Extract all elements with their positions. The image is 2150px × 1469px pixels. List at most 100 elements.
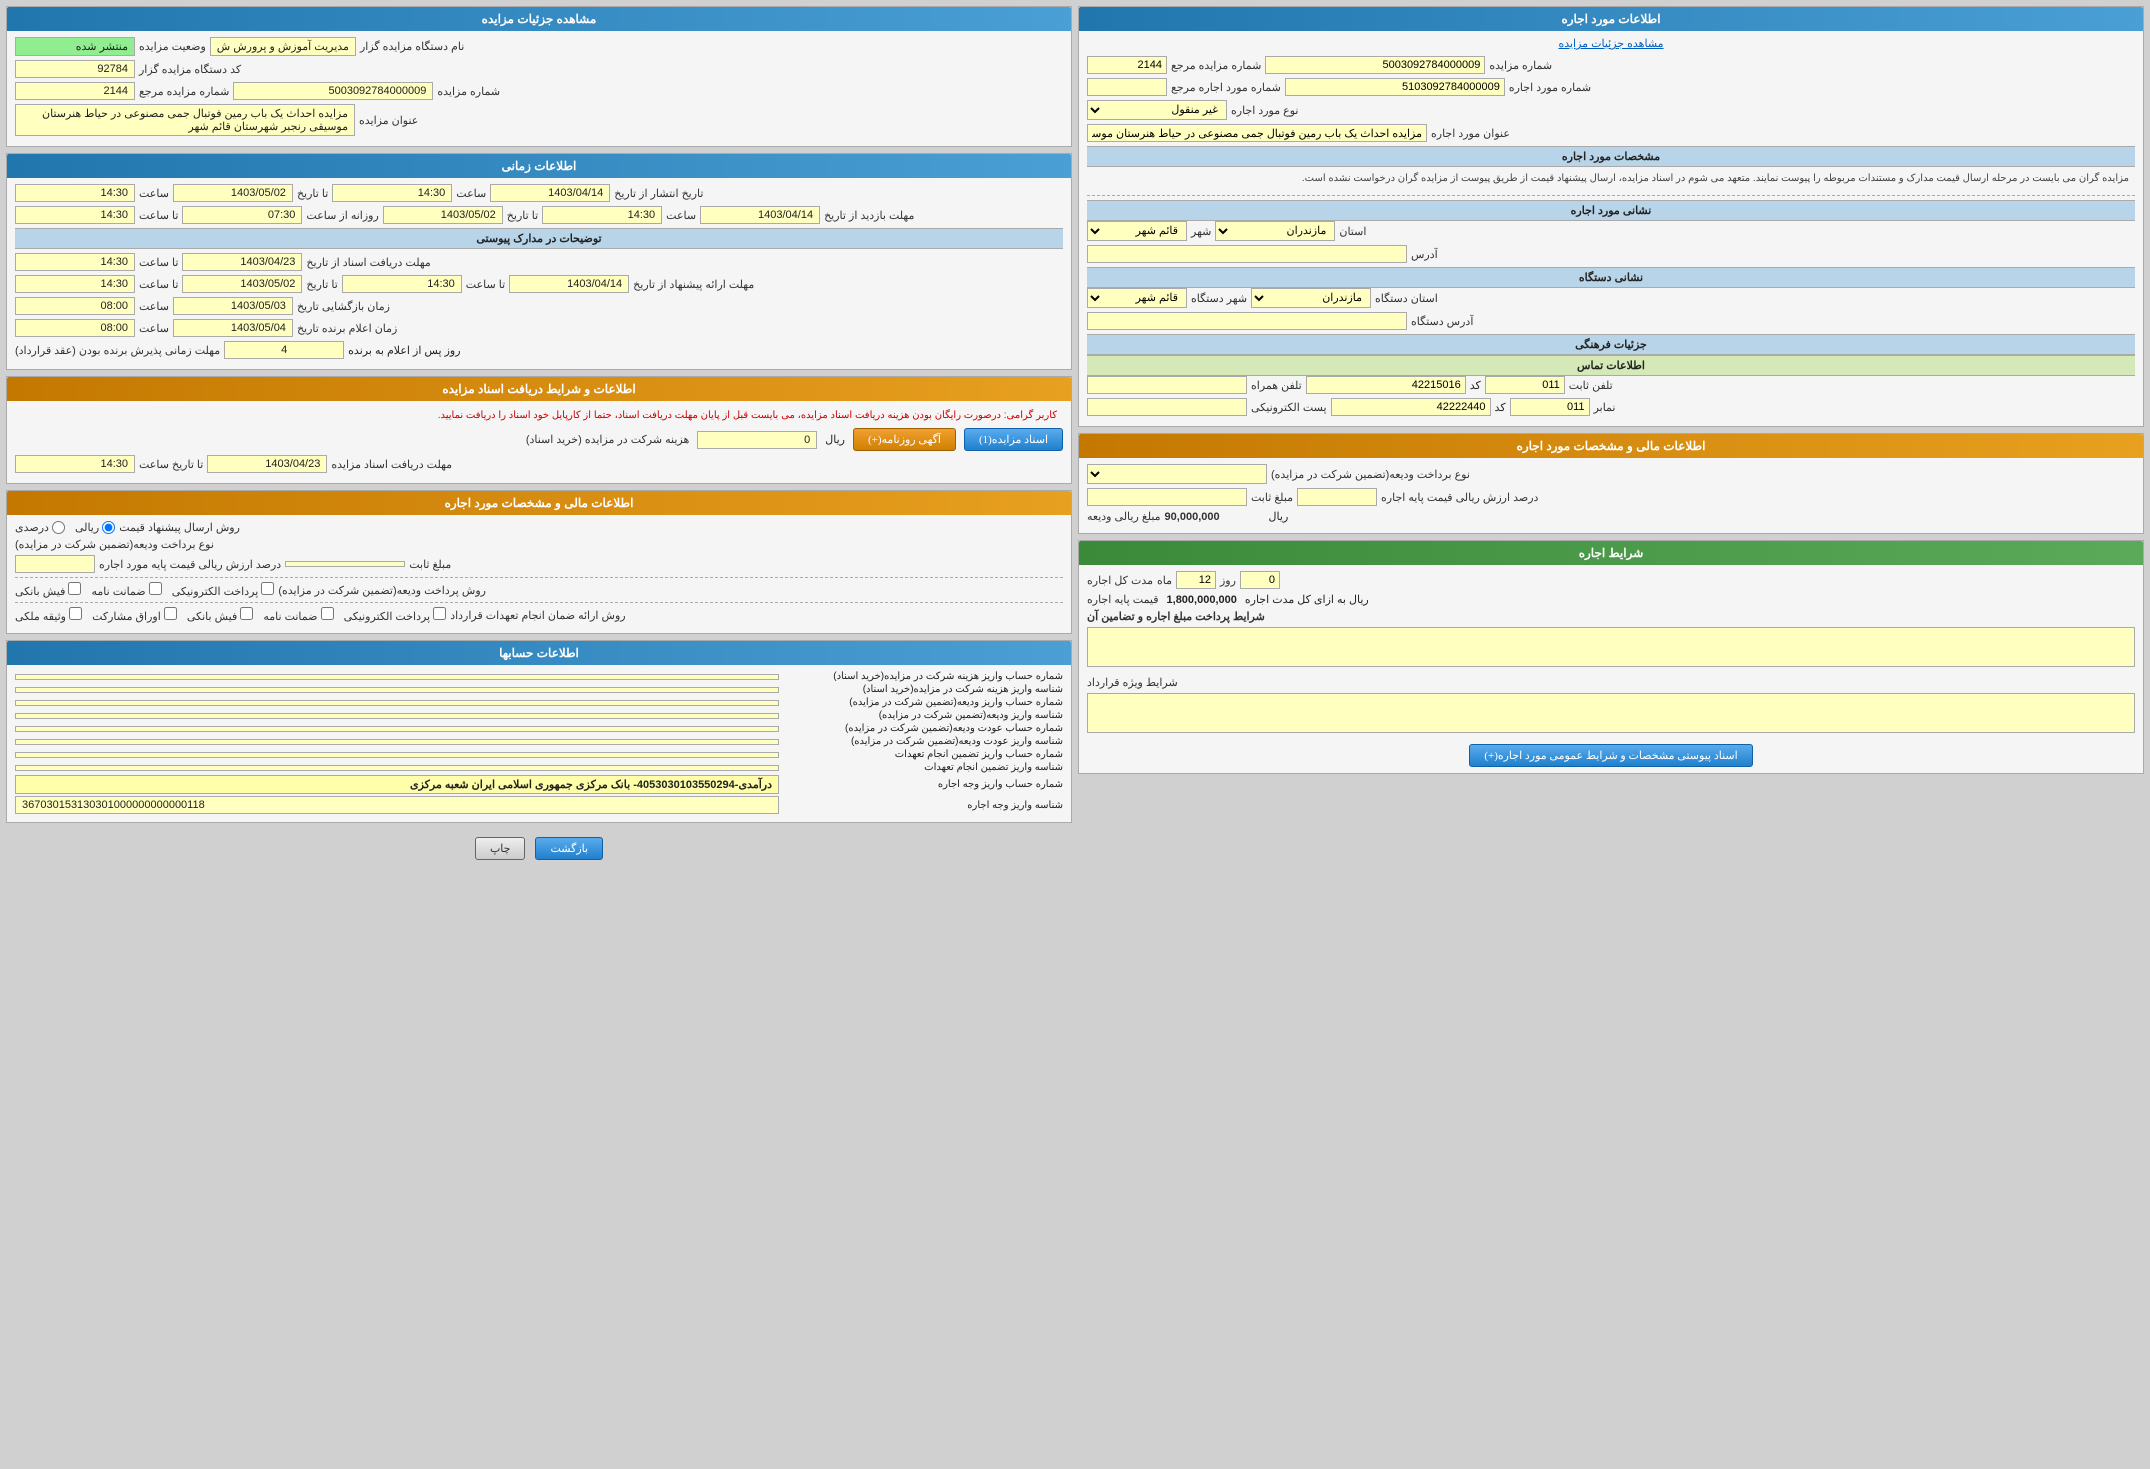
deposit-type-select[interactable]: [1087, 464, 1267, 484]
payment-conditions-textarea[interactable]: [1087, 627, 2135, 667]
contract-electronic-check[interactable]: [433, 607, 446, 620]
latest-btn[interactable]: آگهی روزنامه(+): [853, 428, 956, 451]
doc-deadline-time-label: تا تاریخ ساعت: [139, 458, 203, 471]
back-button[interactable]: بازگشت: [535, 837, 603, 860]
contract-partnership[interactable]: اوراق مشارکت: [92, 607, 177, 623]
submit-deadline-time-value: 14:30: [15, 253, 135, 271]
purchase-fee-label: هزینه شرکت در مزایده (خرید اسناد): [526, 433, 689, 446]
rent-title-input[interactable]: [1087, 124, 1427, 142]
contract-partnership-check[interactable]: [164, 607, 177, 620]
pay-electronic[interactable]: پرداخت الکترونیکی: [172, 582, 275, 598]
special-conditions-label: شرایط ویژه قرارداد: [1087, 676, 1178, 689]
attach-button[interactable]: اسناد پیوستی مشخصات و شرایط عمومی مورد ا…: [1469, 744, 1752, 767]
account-label: شماره حساب واریز تضمین انجام تعهدات: [783, 749, 1063, 760]
reference-number-label: شماره مزایده مرجع: [1171, 59, 1261, 72]
reference-number-input[interactable]: [1087, 56, 1167, 74]
send-price-rial-radio[interactable]: [102, 521, 115, 534]
rent-ref-number-label: شماره مورد اجاره مرجع: [1171, 81, 1281, 94]
base-price-rent-label: درصد ارزش ریالی قیمت پایه مورد اجاره: [99, 558, 281, 571]
send-price-rials[interactable]: ریالی: [75, 521, 115, 534]
account-label: شماره حساب عودت ودیعه(تضمین شرکت در مزای…: [783, 723, 1063, 734]
offer-deadline-date-value: 1403/04/14: [509, 275, 629, 293]
contract-guarantee-check[interactable]: [321, 607, 334, 620]
account-value: [15, 765, 779, 771]
fax-code-label: کد: [1495, 401, 1506, 414]
revise-to-date-label: تا تاریخ: [507, 209, 538, 222]
send-price-percent-radio[interactable]: [52, 521, 65, 534]
device-state-label: استان دستگاه: [1375, 292, 1438, 305]
pay-guarantee[interactable]: ضمانت نامه: [91, 582, 161, 598]
submit-deadline-date-label: مهلت دریافت اسناد از تاریخ: [306, 256, 430, 269]
publish-time-label: ساعت: [456, 187, 486, 200]
mobile-input[interactable]: [1087, 376, 1247, 394]
payment-method-label: روش پرداخت ودیعه(تضمین شرکت در مزایده): [278, 584, 486, 597]
address-input[interactable]: [1087, 245, 1407, 263]
device-address-input[interactable]: [1087, 312, 1407, 330]
offer-deadline-time-label: تا ساعت: [466, 278, 505, 291]
device-state-select[interactable]: مازندران: [1251, 288, 1371, 308]
pay-fiche-check[interactable]: [68, 582, 81, 595]
financial-header: اطلاعات مالی و مشخصات مورد اجاره: [1079, 434, 2143, 458]
rent-type-select[interactable]: غیر منقول: [1087, 100, 1227, 120]
auction-title-label: عنوان مزایده: [359, 114, 418, 127]
auction-number-input[interactable]: [1265, 56, 1485, 74]
offer-deadline-to-date-value: 1403/05/02: [182, 275, 302, 293]
auction-details-header: مشاهده جزئیات مزایده: [7, 7, 1071, 31]
fixed-amount-input[interactable]: [1087, 488, 1247, 506]
financial-rent-header: اطلاعات مالی و مشخصات مورد اجاره: [7, 491, 1071, 515]
contract-fiche-check[interactable]: [240, 607, 253, 620]
note-red: کاربر گرامی: درصورت رایگان بودن هزینه در…: [15, 407, 1063, 424]
state-select[interactable]: مازندران: [1215, 221, 1335, 241]
auction-doc-btn[interactable]: اسناد مزایده(1): [964, 428, 1063, 451]
send-price-percent[interactable]: درصدی: [15, 521, 65, 534]
doc-deadline-date-label: مهلت دریافت اسناد مزایده: [331, 458, 452, 471]
show-details-link[interactable]: مشاهده جزئیات مزایده: [1558, 38, 1663, 50]
org-name-value: مدیریت آموزش و پرورش ش: [210, 37, 356, 56]
contact-header: جزئیات فرهنگی: [1087, 334, 2135, 355]
status-value: منتشر شده: [15, 37, 135, 56]
left-main-header: اطلاعات مورد اجاره: [1079, 7, 2143, 31]
address-label: آدرس: [1411, 248, 1438, 261]
state-label: استان: [1339, 225, 1366, 238]
duration-days-input[interactable]: [1240, 571, 1280, 589]
contract-property[interactable]: وثیقه ملکی: [15, 607, 82, 623]
device-city-select[interactable]: قائم شهر: [1087, 288, 1187, 308]
special-conditions-textarea[interactable]: [1087, 693, 2135, 733]
account-row: شماره حساب عودت ودیعه(تضمین شرکت در مزای…: [15, 723, 1063, 734]
account-value: [15, 687, 779, 693]
auction-no-value: 5003092784000009: [233, 82, 433, 100]
rent-number-input[interactable]: [1285, 78, 1505, 96]
contract-fiche[interactable]: فیش بانکی: [187, 607, 253, 623]
announce-time-label: ساعت: [139, 322, 169, 335]
auction-ref-value: 2144: [15, 82, 135, 100]
pay-electronic-check[interactable]: [261, 582, 274, 595]
fax-input[interactable]: [1331, 398, 1491, 416]
phone-code-input[interactable]: [1485, 376, 1565, 394]
account-row: شناسه واریز تضمین انجام تعهدات: [15, 762, 1063, 773]
account-value: [15, 752, 779, 758]
contract-guarantee[interactable]: ضمانت نامه: [263, 607, 333, 623]
account-label: شناسه واریز ودیعه(تضمین شرکت در مزایده): [783, 710, 1063, 721]
contract-days-value: 4: [224, 341, 344, 359]
account-value: [15, 739, 779, 745]
print-button[interactable]: چاپ: [475, 837, 526, 860]
fixed-amount-label: مبلغ ثابت: [1251, 491, 1293, 504]
pay-guarantee-check[interactable]: [149, 582, 162, 595]
account-label: شناسه واریز تضمین انجام تعهدات: [783, 762, 1063, 773]
duration-months-input[interactable]: [1176, 571, 1216, 589]
contract-property-check[interactable]: [69, 607, 82, 620]
publish-to-date-label: تا تاریخ: [297, 187, 328, 200]
base-price-label: قیمت پایه اجاره: [1087, 593, 1159, 606]
rent-specs-header: مشخصات مورد اجاره: [1087, 146, 2135, 167]
pay-fiche[interactable]: فیش بانکی: [15, 582, 81, 598]
account-label: شماره حساب واریز ودیعه(تضمین شرکت در مزا…: [783, 697, 1063, 708]
base-price-rent-input[interactable]: [15, 555, 95, 573]
rent-ref-number-input[interactable]: [1087, 78, 1167, 96]
fax-code-input[interactable]: [1510, 398, 1590, 416]
contract-electronic[interactable]: پرداخت الکترونیکی: [344, 607, 447, 623]
base-percent-input[interactable]: [1297, 488, 1377, 506]
phone-input[interactable]: [1306, 376, 1466, 394]
city-select[interactable]: قائم شهر: [1087, 221, 1187, 241]
purchase-fee-value: 0: [697, 431, 817, 449]
email-input[interactable]: [1087, 398, 1247, 416]
